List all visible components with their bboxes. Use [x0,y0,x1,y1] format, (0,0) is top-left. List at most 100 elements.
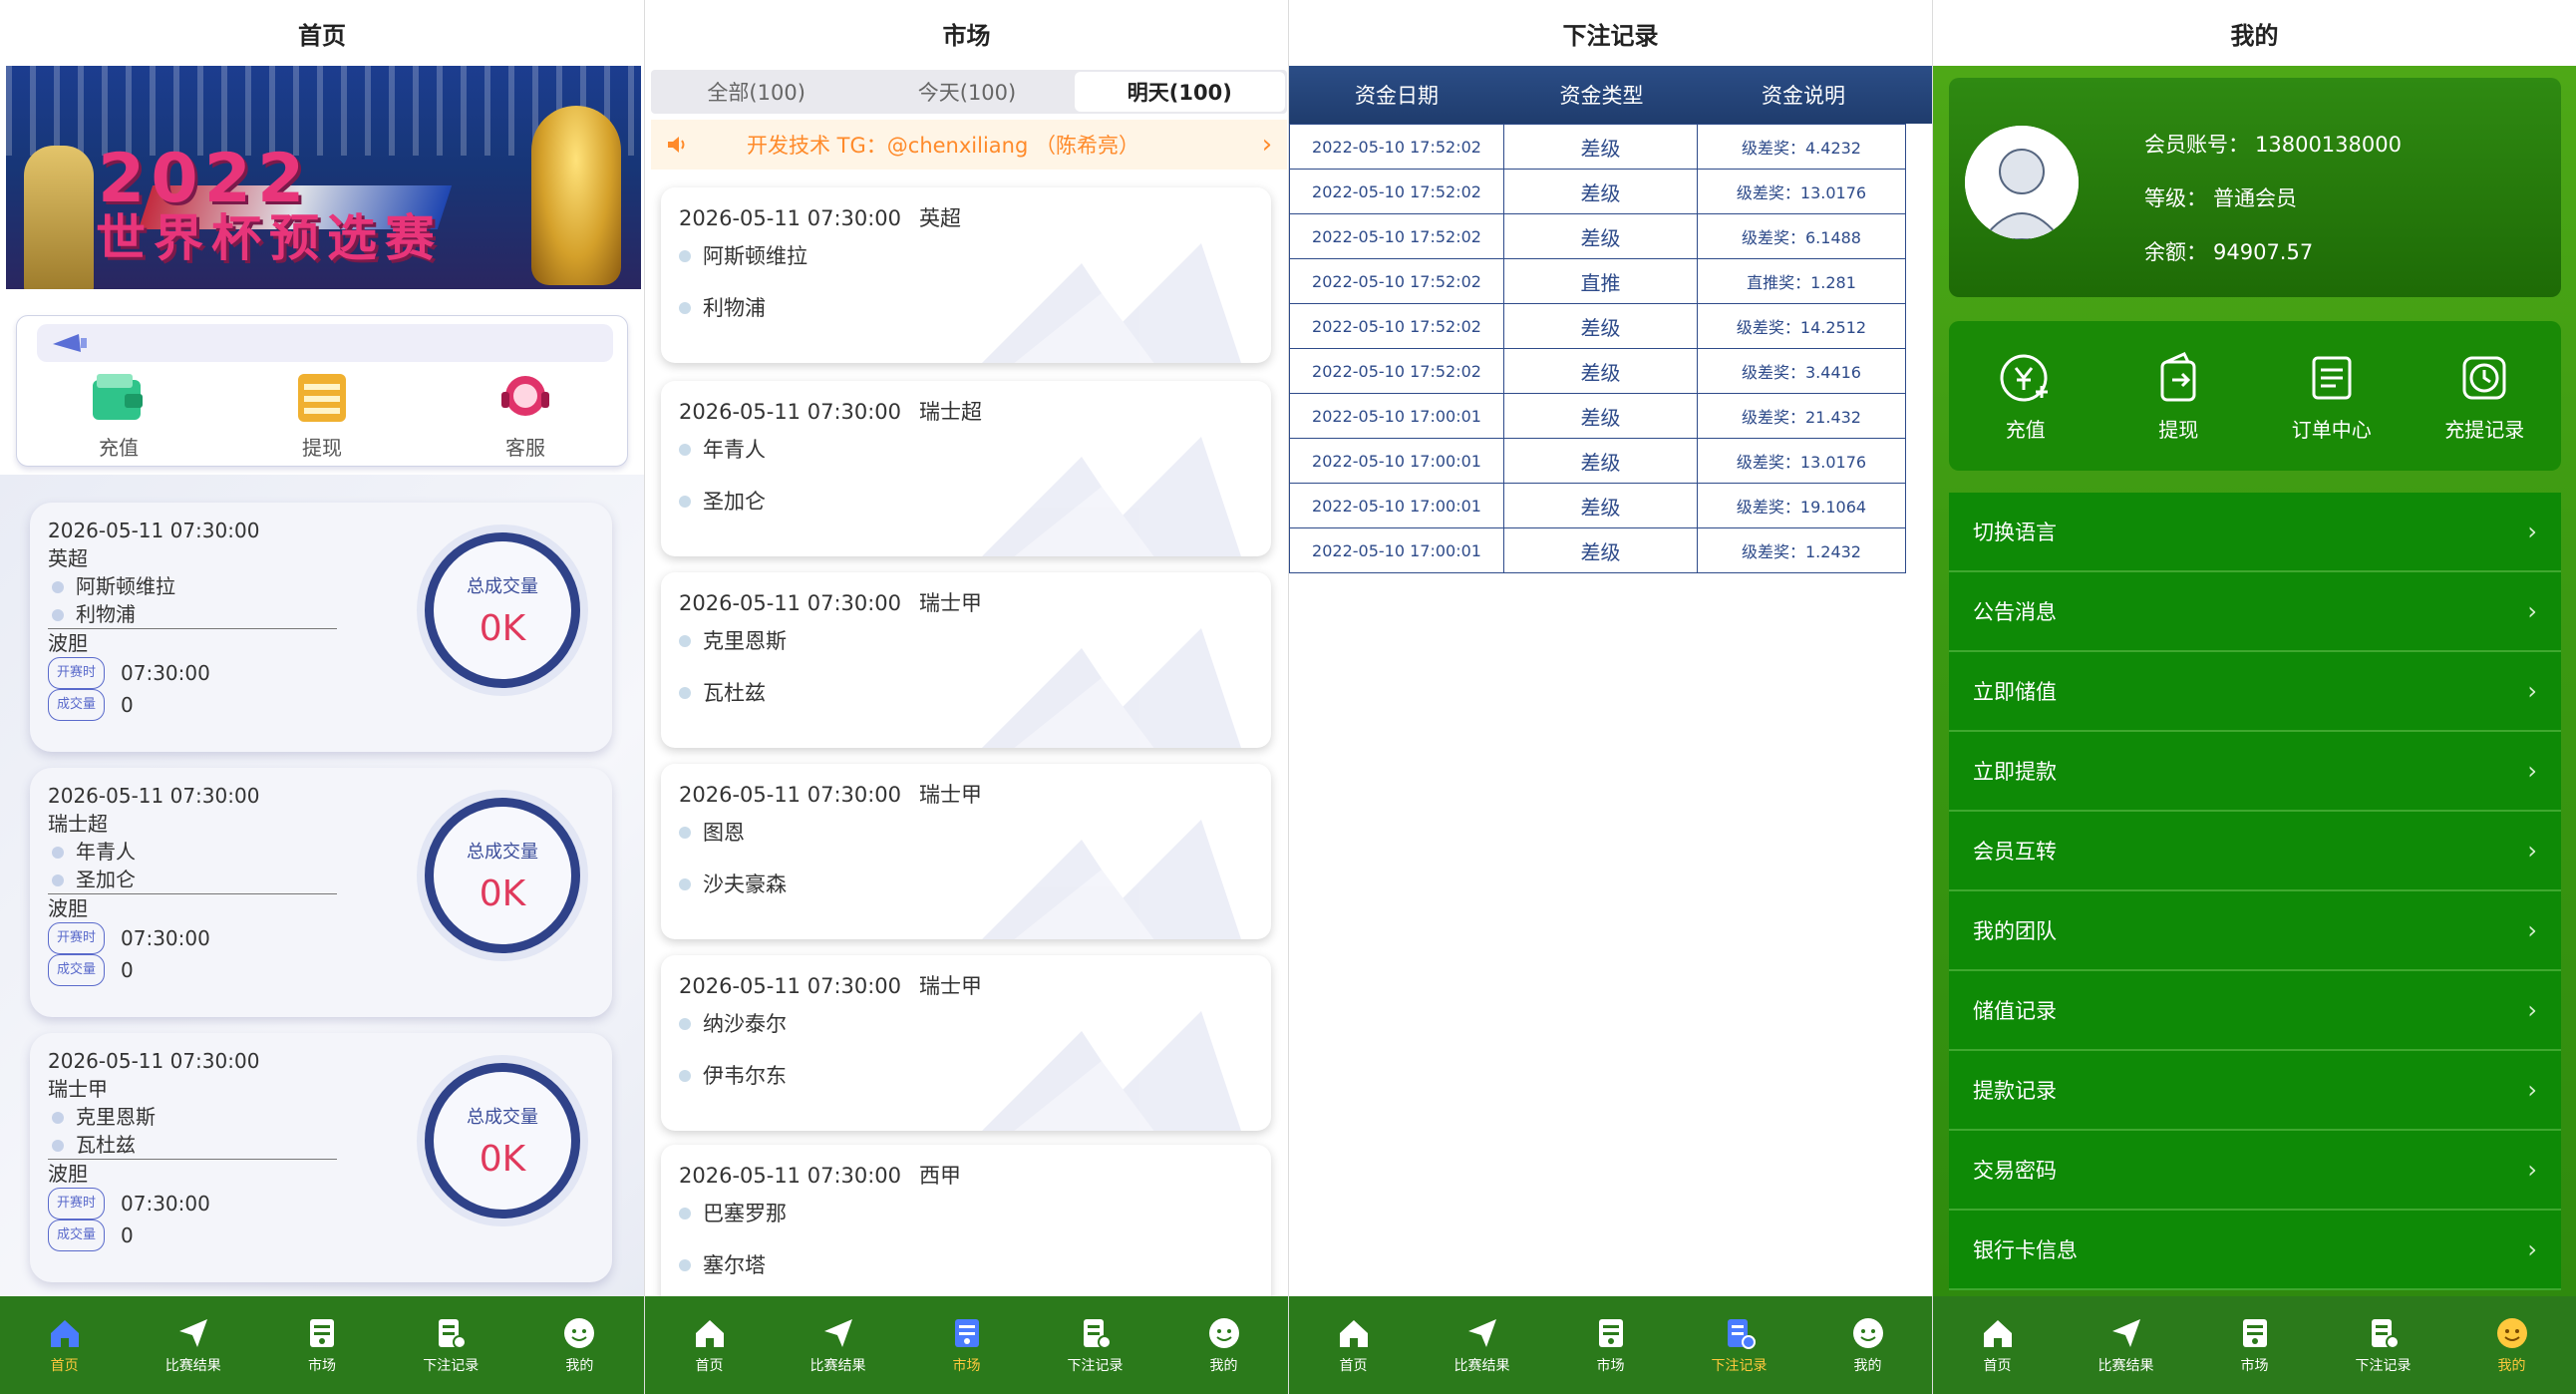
menu-item-announcements[interactable]: 公告消息 › [1949,572,2561,652]
recharge-button[interactable]: 充值 [54,370,183,461]
menu-item-language[interactable]: 切换语言 › [1949,493,2561,572]
total-volume-ring: 总成交量 0K [425,1063,580,1219]
tab-mine[interactable]: 我的 [2447,1296,2576,1394]
tab-label: 市场 [952,1358,981,1374]
menu-item-trade-password[interactable]: 交易密码 › [1949,1131,2561,1211]
notice-bar[interactable] [37,324,613,362]
home-icon [695,1320,724,1347]
table-row: 2022-05-10 17:52:02 差级 级差奖：4.4232 [1289,124,1908,170]
recharge-button[interactable]: 充值 [1956,350,2095,443]
market-card[interactable]: 2026-05-11 07:30:00 瑞士甲 纳沙泰尔 伊韦尔东 [661,955,1271,1131]
menu-item-withdraw-history[interactable]: 提款记录 › [1949,1051,2561,1131]
tab-label: 比赛结果 [809,1358,866,1374]
tab-records[interactable]: 下注记录 [1675,1296,1803,1394]
tab-label: 我的 [1853,1358,1882,1374]
match-card[interactable]: 2026-05-11 07:30:00 英超 阿斯顿维拉 利物浦 波胆 开赛时 0… [30,503,612,752]
funds-history-label: 充提记录 [2444,417,2525,442]
chevron-right-icon: › [2527,996,2537,1024]
tab-results[interactable]: 比赛结果 [2062,1296,2190,1394]
match-time: 2026-05-11 07:30:00 [679,783,902,807]
tab-tomorrow[interactable]: 明天(100) [1074,72,1285,112]
tab-label: 比赛结果 [1453,1358,1510,1374]
withdraw-button[interactable]: 提现 [2108,350,2248,443]
menu-label: 会员互转 [1973,840,2057,864]
tab-label: 下注记录 [423,1358,480,1374]
banner[interactable]: 2022 世界杯预选赛 [6,66,641,289]
bullet [679,302,691,314]
market-icon [2242,1319,2267,1347]
tab-mine[interactable]: 我的 [1159,1296,1288,1394]
team-home: 图恩 [703,821,745,845]
watermark-icon [982,1011,1241,1131]
tab-market[interactable]: 市场 [2190,1296,2319,1394]
menu-item-transfer[interactable]: 会员互转 › [1949,812,2561,891]
tab-label: 下注记录 [2355,1358,2412,1374]
match-time: 2026-05-11 07:30:00 [679,206,902,230]
tab-home[interactable]: 首页 [1289,1296,1418,1394]
menu-item-deposit[interactable]: 立即储值 › [1949,652,2561,732]
cards-icon [298,374,346,422]
bullet [679,687,691,699]
market-card[interactable]: 2026-05-11 07:30:00 西甲 巴塞罗那 塞尔塔 [661,1145,1271,1320]
tab-label: 下注记录 [1067,1358,1124,1374]
total-volume-ring: 总成交量 0K [425,798,580,953]
funds-history-button[interactable]: 充提记录 [2415,350,2554,443]
tab-mine[interactable]: 我的 [1803,1296,1932,1394]
menu-label: 立即提款 [1973,760,2057,784]
tab-records[interactable]: 下注记录 [1031,1296,1159,1394]
volume-tag: 成交量 [48,689,106,721]
bullet [679,250,691,262]
paper-plane-icon [178,1319,207,1347]
market-card[interactable]: 2026-05-11 07:30:00 瑞士甲 克里恩斯 瓦杜兹 [661,572,1271,748]
table-row: 2022-05-10 17:00:01 差级 级差奖：13.0176 [1289,438,1908,484]
yen-plus-icon [2000,354,2048,401]
withdraw-button[interactable]: 提现 [257,370,387,461]
tab-home[interactable]: 首页 [1933,1296,2062,1394]
notice-marquee[interactable]: 开发技术 TG：@chenxiliang （陈希亮） › [651,120,1287,170]
tab-records[interactable]: 下注记录 [387,1296,515,1394]
menu-item-deposit-history[interactable]: 储值记录 › [1949,971,2561,1051]
menu-label: 我的团队 [1973,919,2057,943]
tab-results[interactable]: 比赛结果 [774,1296,902,1394]
watermark-icon [982,243,1241,363]
tab-market[interactable]: 市场 [1546,1296,1675,1394]
tab-market[interactable]: 市场 [257,1296,386,1394]
face-icon [1852,1318,1883,1348]
match-card[interactable]: 2026-05-11 07:30:00 瑞士超 年青人 圣加仑 波胆 开赛时 07… [30,768,612,1017]
menu-label: 立即储值 [1973,680,2057,704]
match-time: 2026-05-11 07:30:00 [679,591,902,615]
table-body: 2022-05-10 17:52:02 差级 级差奖：4.4232 2022-05-… [1289,124,1908,573]
ring-value: 0K [479,872,526,914]
bullet [679,827,691,839]
menu-item-bank-card[interactable]: 银行卡信息 › [1949,1211,2561,1290]
bullet [679,878,691,890]
bullet [679,1259,691,1271]
tab-home[interactable]: 首页 [645,1296,774,1394]
menu-label: 公告消息 [1973,600,2057,624]
menu-item-withdraw[interactable]: 立即提款 › [1949,732,2561,812]
tab-market[interactable]: 市场 [902,1296,1031,1394]
tab-all[interactable]: 全部(100) [651,70,861,114]
paper-plane-icon [2111,1319,2140,1347]
match-card[interactable]: 2026-05-11 07:30:00 瑞士甲 克里恩斯 瓦杜兹 波胆 开赛时 0… [30,1033,612,1282]
wallet-icon [93,374,143,420]
cell-type: 差级 [1503,348,1698,394]
cell-type: 差级 [1503,213,1698,259]
orders-button[interactable]: 订单中心 [2262,350,2402,443]
market-card[interactable]: 2026-05-11 07:30:00 瑞士甲 图恩 沙夫豪森 [661,764,1271,939]
bullet [679,635,691,647]
tab-home[interactable]: 首页 [0,1296,129,1394]
tab-mine[interactable]: 我的 [515,1296,644,1394]
kickoff-tag: 开赛时 [48,657,106,689]
service-button[interactable]: 客服 [461,370,590,461]
mine-screen: 我的 会员账号： 13800138000 等级： 普通会员 余额： 94907.57 … [1932,0,2576,1394]
market-card[interactable]: 2026-05-11 07:30:00 瑞士超 年青人 圣加仑 [661,381,1271,556]
ring-value: 0K [479,1138,526,1180]
market-card[interactable]: 2026-05-11 07:30:00 英超 阿斯顿维拉 利物浦 [661,187,1271,363]
tab-records[interactable]: 下注记录 [2319,1296,2447,1394]
tab-results[interactable]: 比赛结果 [129,1296,257,1394]
menu-item-team[interactable]: 我的团队 › [1949,891,2561,971]
tab-today[interactable]: 今天(100) [861,70,1072,114]
team-home: 年青人 [703,438,766,462]
tab-results[interactable]: 比赛结果 [1418,1296,1546,1394]
